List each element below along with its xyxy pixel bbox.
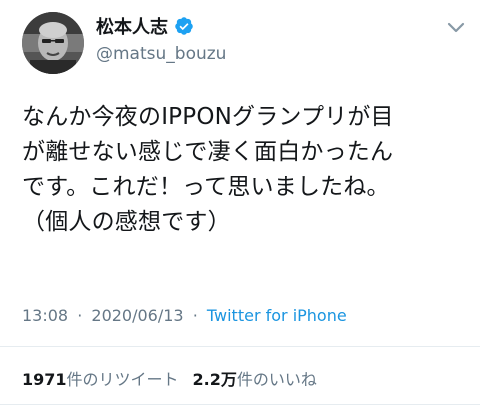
meta-separator: ·	[192, 306, 198, 325]
likes-label: 件のいいね	[236, 370, 317, 389]
tweet-text-line: です。これだ！って思いましたね。	[22, 174, 390, 200]
tweet-date[interactable]: 2020/06/13	[91, 306, 183, 325]
likes-count: 2.2万	[192, 370, 237, 389]
chevron-down-icon[interactable]	[447, 22, 465, 34]
display-name[interactable]: 松本人志	[96, 13, 168, 39]
tweet-meta: 13:08 · 2020/06/13 · Twitter for iPhone	[22, 306, 347, 325]
tweet-card: 松本人志 @matsu_bouzu なんか今夜のIPPONグランプリが目 が離せ…	[0, 0, 480, 412]
avatar[interactable]	[22, 12, 84, 74]
retweets-stat[interactable]: 1971件のリツイート	[22, 370, 179, 389]
tweet-text-line: が離せない感じで凄く面白かったん	[22, 139, 394, 165]
profile-photo-icon	[22, 12, 84, 74]
divider	[0, 346, 480, 347]
tweet-text: なんか今夜のIPPONグランプリが目 が離せない感じで凄く面白かったん です。こ…	[22, 100, 462, 240]
verified-badge-icon	[174, 16, 194, 36]
tweet-time[interactable]: 13:08	[22, 306, 68, 325]
tweet-stats: 1971件のリツイート 2.2万件のいいね	[22, 366, 317, 390]
author-name-row[interactable]: 松本人志	[96, 14, 194, 38]
meta-separator: ·	[77, 306, 83, 325]
divider	[0, 404, 480, 405]
likes-stat[interactable]: 2.2万件のいいね	[193, 370, 317, 389]
retweets-count: 1971	[22, 370, 67, 389]
author-handle[interactable]: @matsu_bouzu	[96, 44, 226, 64]
tweet-text-line: （個人の感想です）	[22, 209, 231, 235]
tweet-text-line: なんか今夜のIPPONグランプリが目	[22, 104, 394, 130]
retweets-label: 件のリツイート	[66, 370, 179, 389]
tweet-source-link[interactable]: Twitter for iPhone	[207, 306, 347, 325]
